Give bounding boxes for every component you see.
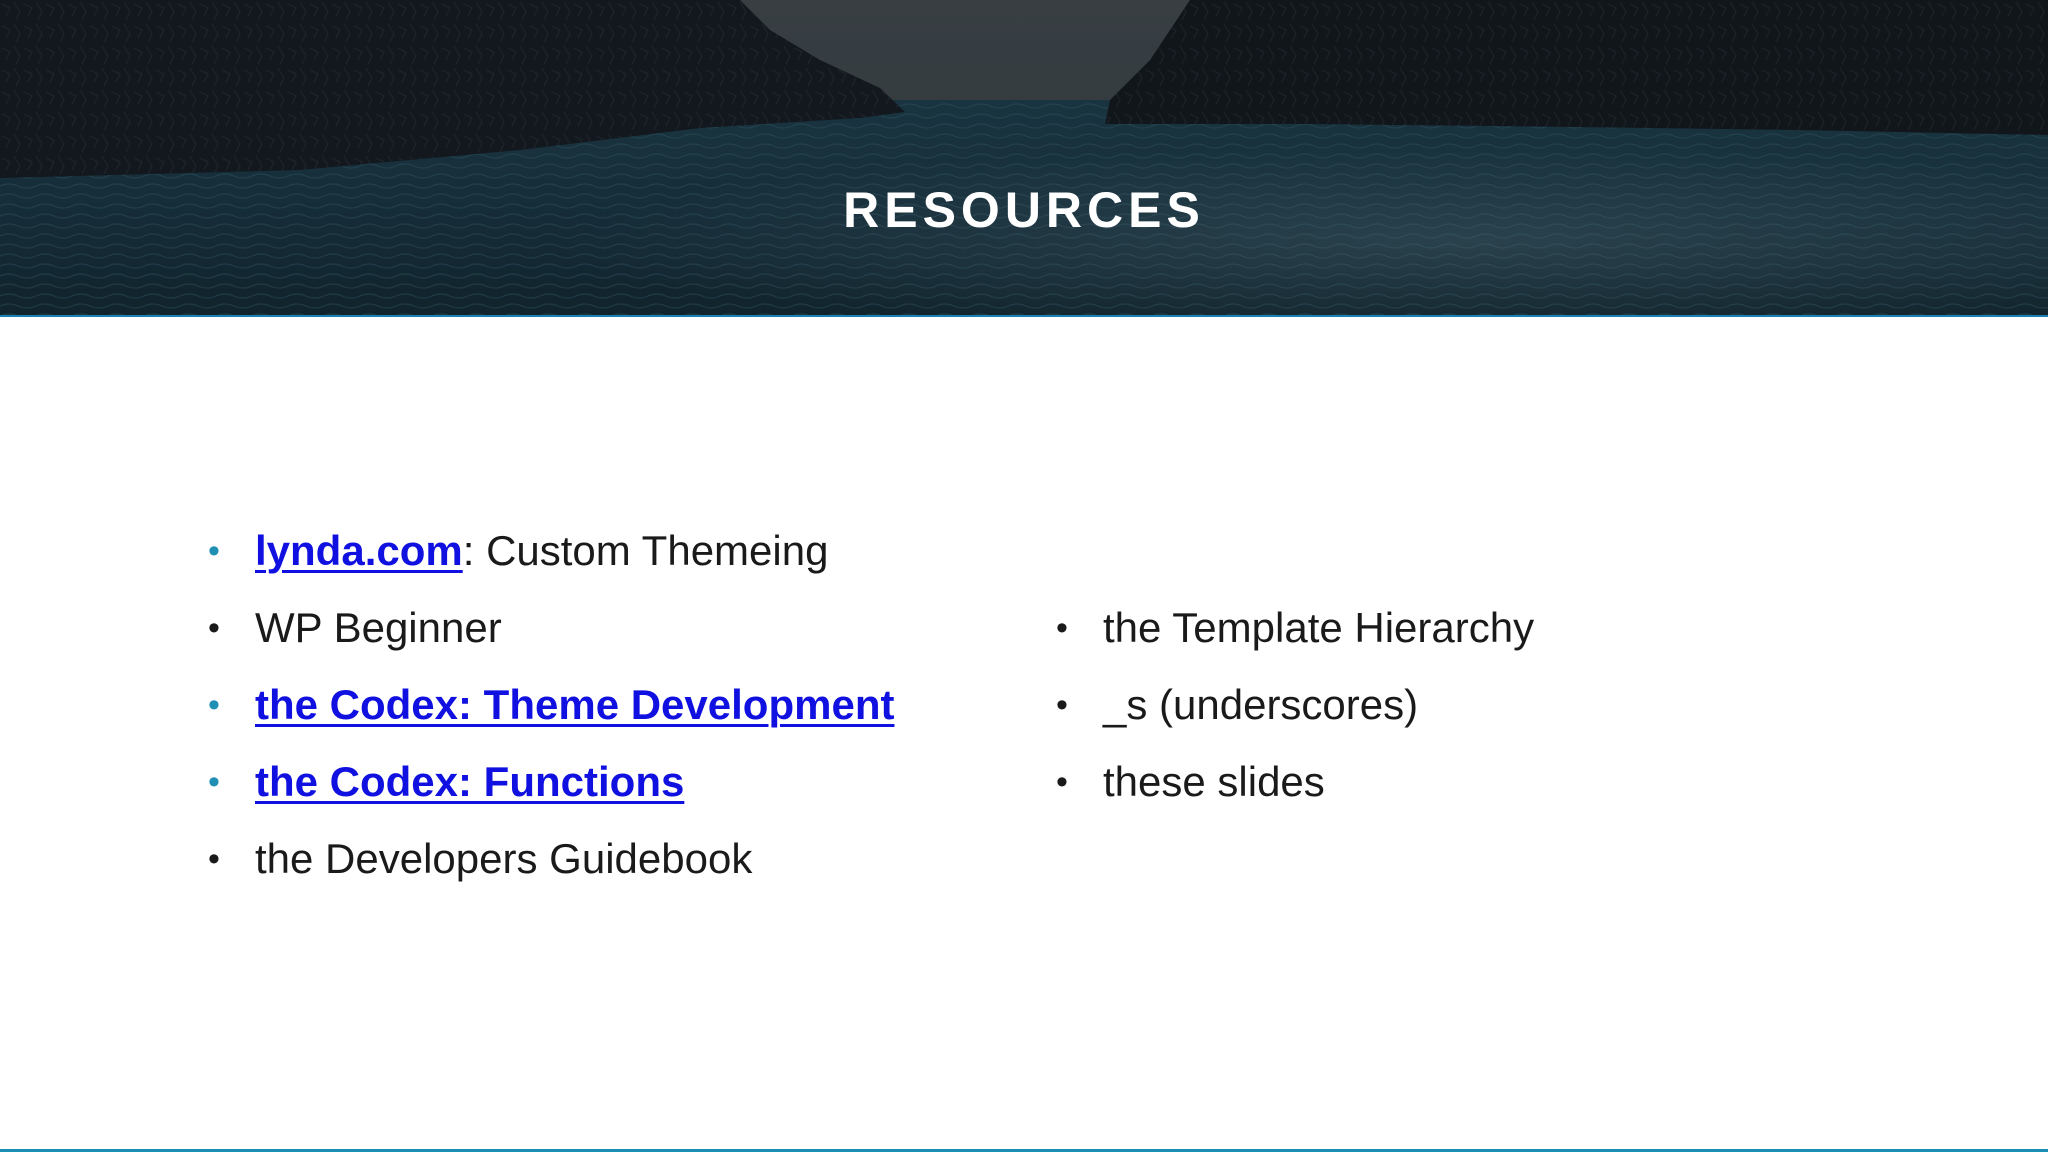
list-item-text: the Template Hierarchy [1103, 604, 1535, 651]
list-item-text: the Developers Guidebook [255, 835, 753, 882]
bullet: • [208, 840, 220, 878]
bullet: • [208, 763, 220, 801]
bullet: • [208, 532, 220, 570]
codex-theme-development-link[interactable]: the Codex: Theme Development [255, 681, 894, 728]
header-banner: RESOURCES [0, 0, 2048, 317]
lynda-link[interactable]: lynda.com [255, 527, 463, 574]
list-item-text: _s (underscores) [1103, 681, 1419, 728]
list-item-text: : Custom Themeing [462, 527, 829, 574]
bullet: • [1056, 763, 1068, 801]
ocean-cliffs-image [0, 0, 2048, 315]
slide: RESOURCES • lynda.com: Custom Themeing •… [0, 0, 2048, 1152]
list-item-codex-functions: • the Codex: Functions [208, 746, 894, 823]
resources-list-left: • lynda.com: Custom Themeing • WP Beginn… [208, 515, 894, 900]
list-item-these-slides: • these slides [1056, 746, 1534, 823]
codex-functions-link[interactable]: the Codex: Functions [255, 758, 684, 805]
bullet: • [1056, 609, 1068, 647]
list-item-lynda: • lynda.com: Custom Themeing [208, 515, 894, 592]
list-item-text: these slides [1103, 758, 1325, 805]
list-item-codex-theme: • the Codex: Theme Development [208, 669, 894, 746]
resources-list-right: • the Template Hierarchy • _s (underscor… [1056, 592, 1534, 823]
list-item-underscores: • _s (underscores) [1056, 669, 1534, 746]
list-item-template-hierarchy: • the Template Hierarchy [1056, 592, 1534, 669]
bullet: • [1056, 686, 1068, 724]
list-item-wp-beginner: • WP Beginner [208, 592, 894, 669]
slide-title: RESOURCES [843, 182, 1205, 238]
bullet: • [208, 609, 220, 647]
bullet: • [208, 686, 220, 724]
list-item-text: WP Beginner [255, 604, 502, 651]
list-item-developers-guidebook: • the Developers Guidebook [208, 823, 894, 900]
